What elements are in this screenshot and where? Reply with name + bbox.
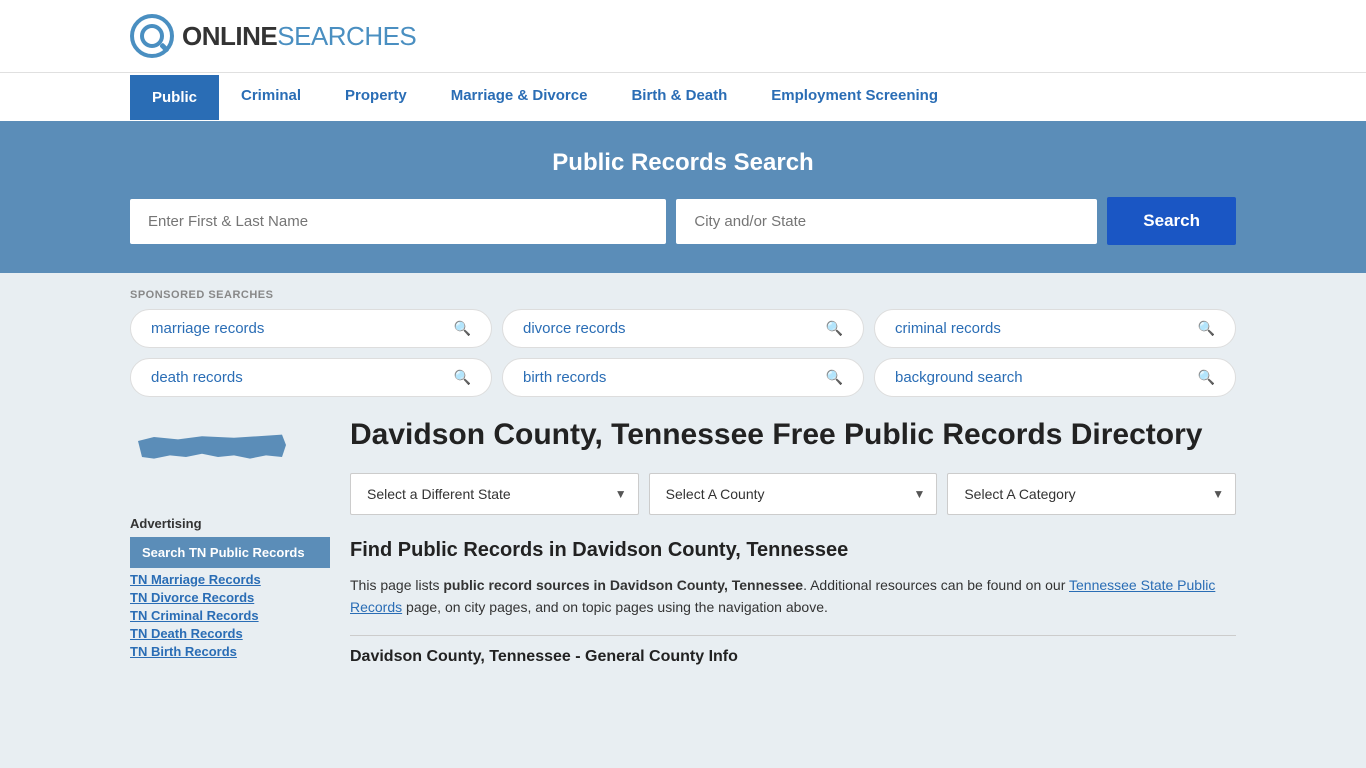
- two-column-layout: Advertising Search TN Public Records TN …: [130, 417, 1236, 666]
- county-info-title: Davidson County, Tennessee - General Cou…: [350, 648, 1236, 666]
- search-button[interactable]: Search: [1107, 197, 1236, 245]
- search-icon-birth: 🔍: [826, 369, 843, 386]
- sidebar-link-divorce[interactable]: TN Divorce Records: [130, 590, 330, 605]
- main-content: SPONSORED SEARCHES marriage records 🔍 di…: [0, 273, 1366, 682]
- nav-item-employment[interactable]: Employment Screening: [749, 73, 960, 121]
- logo-searches: SEARCHES: [277, 21, 416, 52]
- logo[interactable]: ONLINE SEARCHES: [130, 14, 416, 58]
- find-desc-1: This page lists: [350, 577, 443, 593]
- nav-item-public[interactable]: Public: [130, 75, 219, 120]
- logo-icon: [130, 14, 174, 58]
- state-dropdown-wrapper: Select a Different State ▼: [350, 473, 639, 515]
- state-map: [130, 417, 330, 502]
- state-dropdown[interactable]: Select a Different State: [350, 473, 639, 515]
- sponsored-tag-death-text: death records: [151, 369, 243, 386]
- county-dropdown[interactable]: Select A County: [649, 473, 938, 515]
- nav-item-criminal[interactable]: Criminal: [219, 73, 323, 121]
- main-column: Davidson County, Tennessee Free Public R…: [350, 417, 1236, 666]
- search-icon-marriage: 🔍: [454, 320, 471, 337]
- sponsored-tag-criminal-text: criminal records: [895, 320, 1001, 337]
- sidebar-ad-highlighted[interactable]: Search TN Public Records: [130, 537, 330, 568]
- search-icon-background: 🔍: [1198, 369, 1215, 386]
- find-desc-bold: public record sources in Davidson County…: [443, 577, 803, 593]
- sponsored-tag-death[interactable]: death records 🔍: [130, 358, 492, 397]
- search-form: Search: [130, 197, 1236, 245]
- find-title: Find Public Records in Davidson County, …: [350, 539, 1236, 562]
- sidebar-link-marriage[interactable]: TN Marriage Records: [130, 572, 330, 587]
- county-dropdown-wrapper: Select A County ▼: [649, 473, 938, 515]
- category-dropdown-wrapper: Select A Category ▼: [947, 473, 1236, 515]
- search-icon-divorce: 🔍: [826, 320, 843, 337]
- header: ONLINE SEARCHES: [0, 0, 1366, 72]
- category-dropdown[interactable]: Select A Category: [947, 473, 1236, 515]
- sponsored-tag-birth[interactable]: birth records 🔍: [502, 358, 864, 397]
- sponsored-tag-divorce-text: divorce records: [523, 320, 626, 337]
- advertising-label: Advertising: [130, 516, 330, 531]
- find-desc-3: page, on city pages, and on topic pages …: [402, 599, 828, 615]
- sponsored-tag-marriage-text: marriage records: [151, 320, 264, 337]
- find-desc-2: . Additional resources can be found on o…: [803, 577, 1069, 593]
- sidebar-link-death[interactable]: TN Death Records: [130, 626, 330, 641]
- location-input[interactable]: [676, 199, 1097, 244]
- search-icon-death: 🔍: [454, 369, 471, 386]
- sponsored-tag-background-text: background search: [895, 369, 1023, 386]
- sidebar-link-birth[interactable]: TN Birth Records: [130, 644, 330, 659]
- search-banner: Public Records Search Search: [0, 121, 1366, 273]
- tennessee-map-svg: [130, 417, 290, 497]
- sponsored-grid: marriage records 🔍 divorce records 🔍 cri…: [130, 309, 1236, 397]
- logo-text: ONLINE SEARCHES: [182, 21, 416, 52]
- logo-online: ONLINE: [182, 21, 277, 52]
- nav-item-property[interactable]: Property: [323, 73, 429, 121]
- search-icon-criminal: 🔍: [1198, 320, 1215, 337]
- sponsored-tag-criminal[interactable]: criminal records 🔍: [874, 309, 1236, 348]
- sponsored-tag-divorce[interactable]: divorce records 🔍: [502, 309, 864, 348]
- sidebar-link-criminal[interactable]: TN Criminal Records: [130, 608, 330, 623]
- sponsored-label: SPONSORED SEARCHES: [130, 289, 1236, 301]
- sponsored-tag-background[interactable]: background search 🔍: [874, 358, 1236, 397]
- dropdown-row: Select a Different State ▼ Select A Coun…: [350, 473, 1236, 515]
- name-input[interactable]: [130, 199, 666, 244]
- sponsored-tag-birth-text: birth records: [523, 369, 606, 386]
- nav-item-marriage[interactable]: Marriage & Divorce: [429, 73, 610, 121]
- section-divider: [350, 635, 1236, 636]
- nav-item-birth-death[interactable]: Birth & Death: [609, 73, 749, 121]
- main-nav: Public Criminal Property Marriage & Divo…: [0, 72, 1366, 121]
- find-description: This page lists public record sources in…: [350, 574, 1236, 619]
- sidebar: Advertising Search TN Public Records TN …: [130, 417, 330, 666]
- search-banner-title: Public Records Search: [130, 149, 1236, 177]
- page-title: Davidson County, Tennessee Free Public R…: [350, 417, 1236, 453]
- sponsored-tag-marriage[interactable]: marriage records 🔍: [130, 309, 492, 348]
